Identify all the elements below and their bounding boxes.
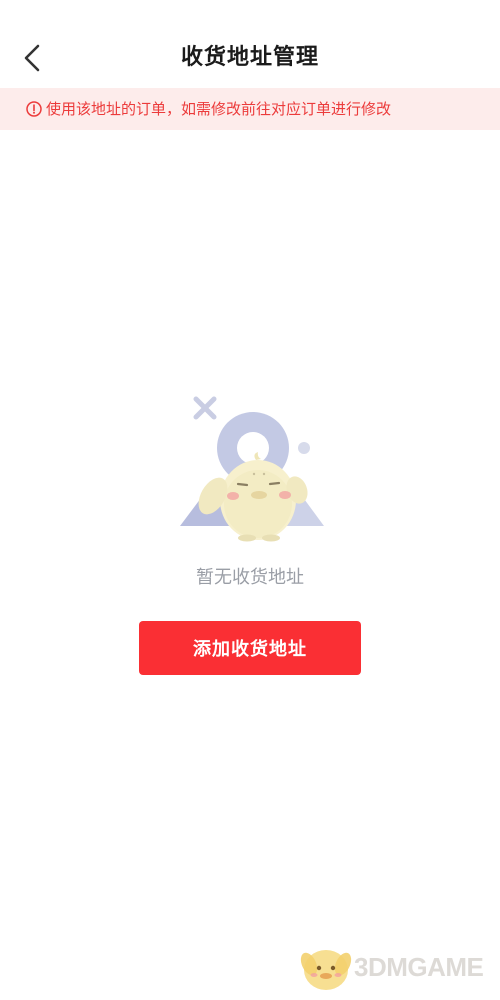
add-address-button-label: 添加收货地址 [193,639,307,660]
info-circle-icon [26,101,42,117]
page-title: 收货地址管理 [180,45,319,70]
nav-header: 收货地址管理 [0,0,500,88]
empty-address-mascot-illustration [180,396,324,542]
3dmgame-watermark: 3DMGAME [296,940,496,998]
watermark-text: 3DMGAME [354,952,484,982]
notice-text: 使用该地址的订单，如需修改前往对应订单进行修改 [46,100,392,118]
address-management-page: 收货地址管理 使用该地址的订单，如需修改前往对应订单进行修改 暂无收货地址 添加… [0,0,500,1000]
watermark-mascot-icon [300,950,352,990]
notice-banner: 使用该地址的订单，如需修改前往对应订单进行修改 [0,88,500,130]
empty-state-message: 暂无收货地址 [196,567,304,588]
add-address-button[interactable]: 添加收货地址 [139,621,361,675]
